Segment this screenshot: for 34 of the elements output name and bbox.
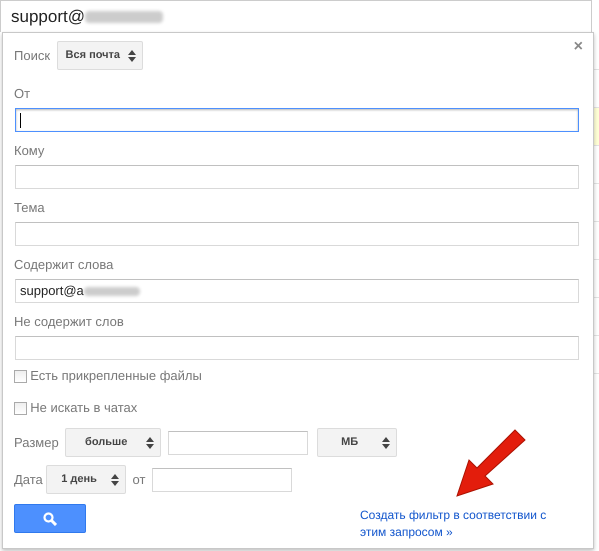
input-field[interactable]: support@a [15,279,579,303]
from-label: от [132,472,146,488]
scope-dropdown[interactable]: Вся почта [56,41,144,70]
sort-arrows-icon [128,50,136,62]
sort-arrows-icon [111,474,120,486]
field-label: Не содержит слов [14,314,125,330]
sort-arrows-icon [382,436,390,448]
input-field[interactable] [15,222,579,246]
input-field[interactable] [15,336,579,360]
search-button[interactable] [14,504,86,533]
create-filter-link[interactable]: Создать фильтр в соответствии с этим запросом » [360,507,575,541]
input-field[interactable] [15,165,579,189]
date-label: Дата [14,472,43,488]
field-label: Тема [14,200,46,216]
input-field[interactable] [15,108,579,132]
field-label: Содержит слова [14,257,114,273]
sort-arrows-icon [146,436,154,448]
date-input[interactable] [152,468,292,492]
size-input[interactable] [168,430,308,454]
search-text: support@ [11,6,85,28]
checkbox-label: Не искать в чатах [30,400,138,416]
size-operator-dropdown[interactable]: больше [65,428,162,457]
checkbox[interactable] [14,370,27,382]
size-label: Размер [14,434,59,450]
search-icon [43,512,57,526]
checkbox-label: Есть прикрепленные файлы [30,368,202,384]
close-button[interactable]: × [574,37,583,57]
search-field[interactable]: support@ [0,0,592,32]
checkbox[interactable] [14,402,27,414]
date-range-dropdown[interactable]: 1 день [46,465,126,494]
field-label: Кому [14,143,46,159]
size-unit-dropdown[interactable]: МБ [316,428,397,457]
field-label: От [14,86,32,102]
search-label: Поиск [14,48,50,64]
